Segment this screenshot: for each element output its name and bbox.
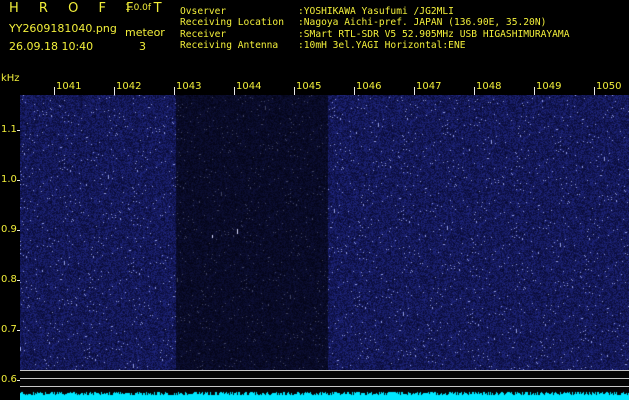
x-tick-label: 1050 xyxy=(596,81,622,92)
info-label: Receiving Location xyxy=(180,17,284,29)
header-panel: H R O F F T 1.0.0f YY2609181040.png 26.0… xyxy=(0,0,629,78)
y-tick-label: 0.8 xyxy=(1,274,17,285)
x-tick-label: 1048 xyxy=(476,81,502,92)
x-tick-label: 1046 xyxy=(356,81,382,92)
info-label: Receiving Antenna xyxy=(180,39,279,51)
info-row-receiver: Receiver :SMart RTL-SDR V5 52.905MHz USB … xyxy=(180,29,569,40)
info-value: :SMart RTL-SDR V5 52.905MHz USB HIGASHIM… xyxy=(298,28,570,40)
x-tick-label: 1049 xyxy=(536,81,562,92)
info-row-observer: Ovserver :YOSHIKAWA Yasufumi /JG2MLI xyxy=(180,6,569,17)
station-info: Ovserver :YOSHIKAWA Yasufumi /JG2MLI Rece… xyxy=(180,6,569,51)
y-tick-label: 1.0 xyxy=(1,174,17,185)
reference-line xyxy=(20,378,629,379)
x-tick-label: 1047 xyxy=(416,81,442,92)
y-tick-label: 0.9 xyxy=(1,224,17,235)
info-label: Receiver xyxy=(180,28,227,40)
info-label: Ovserver xyxy=(180,6,227,17)
y-tick-label: 0.7 xyxy=(1,324,17,335)
mode-label: meteor xyxy=(125,26,165,39)
reference-line xyxy=(20,370,629,371)
y-tick-label: 0.6 xyxy=(1,374,17,385)
reference-line xyxy=(20,386,629,387)
signal-level-trace xyxy=(20,388,629,400)
x-tick-label: 1042 xyxy=(116,81,142,92)
x-tick-label: 1045 xyxy=(296,81,322,92)
info-row-location: Receiving Location :Nagoya Aichi-pref. JA… xyxy=(180,17,569,28)
app-version: 1.0.0f xyxy=(125,3,152,13)
spectrogram-waterfall xyxy=(20,95,629,370)
x-tick-label: 1043 xyxy=(176,81,202,92)
info-value: :Nagoya Aichi-pref. JAPAN (136.90E, 35.2… xyxy=(298,17,547,29)
info-row-antenna: Receiving Antenna :10mH 3el.YAGI Horizont… xyxy=(180,40,569,51)
info-value: :YOSHIKAWA Yasufumi /JG2MLI xyxy=(298,6,454,17)
x-tick-label: 1041 xyxy=(56,81,82,92)
meteor-count: 3 xyxy=(139,40,146,53)
file-name: YY2609181040.png xyxy=(9,22,117,35)
info-value: :10mH 3el.YAGI Horizontal:ENE xyxy=(298,39,466,51)
y-tick-label: 1.1 xyxy=(1,124,17,135)
x-tick-label: 1044 xyxy=(236,81,262,92)
y-axis: 1.1 1.0 0.9 0.8 0.7 0.6 xyxy=(0,95,22,395)
timestamp: 26.09.18 10:40 xyxy=(9,40,94,53)
